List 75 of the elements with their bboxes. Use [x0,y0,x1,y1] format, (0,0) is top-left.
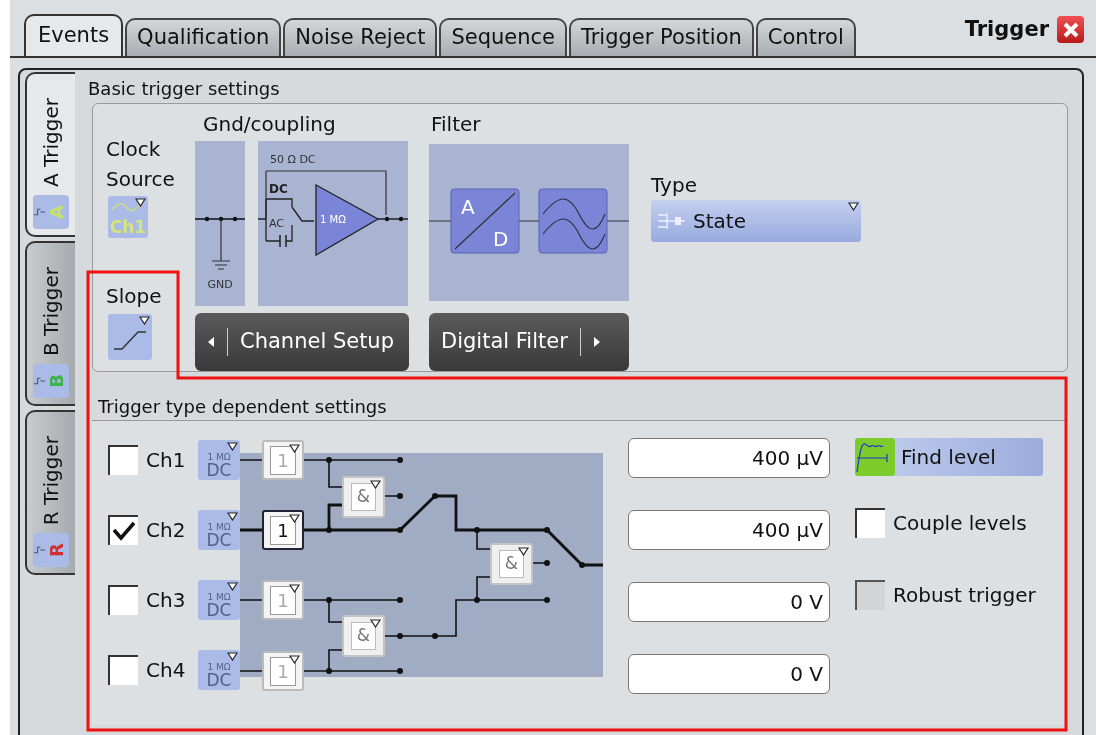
channel-label: Ch3 [146,587,187,614]
panel-title: Trigger [964,16,1049,43]
channel-checkbox[interactable] [108,445,138,475]
type-label: Type [651,172,698,199]
tab[interactable]: Trigger Position [569,18,754,56]
and-gate-button[interactable]: & [490,543,533,585]
tab[interactable]: Qualification [125,18,282,56]
tab[interactable]: Control [755,18,856,56]
channel-checkbox[interactable] [108,515,138,545]
side-tab[interactable]: A Trigger A [25,72,75,237]
option-checkbox[interactable] [855,508,885,538]
ac-label: AC [269,217,284,230]
tab[interactable]: Sequence [439,18,567,56]
dropdown-icon [370,619,381,628]
side-tab[interactable]: B Trigger B [25,241,75,406]
termination-label: 50 Ω DC [270,153,316,166]
dropdown-icon [135,198,146,207]
edge-icon [33,545,46,555]
option-label: Robust trigger [893,582,1036,609]
sine-icon [111,202,141,212]
close-button[interactable] [1057,16,1084,44]
side-tab[interactable]: R Trigger R [25,410,75,575]
waveform-icon [855,438,895,476]
dropdown-icon [227,652,238,661]
dropdown-icon [848,202,859,211]
level-field[interactable]: 400 µV [628,438,830,478]
dropdown-icon [289,514,300,523]
logic-level-button[interactable]: 1 [262,510,304,550]
dropdown-icon [370,480,381,489]
checkmark-icon [112,521,136,541]
channel-label: Ch1 [146,447,187,474]
dark-button[interactable]: Channel Setup [195,313,409,371]
filter-label: Filter [431,112,482,136]
dropdown-icon [227,442,238,451]
channel-checkbox[interactable] [108,585,138,615]
logic-state-icon [657,211,685,231]
dark-button[interactable]: Digital Filter [429,313,629,371]
close-icon [1061,20,1080,39]
clock-source-label: Clock Source [106,136,176,193]
level-field[interactable]: 0 V [628,654,830,694]
dropdown-icon [518,547,529,556]
option-label: Couple levels [893,510,1027,537]
dropdown-icon [139,316,150,325]
find-level-button[interactable]: Find level [855,438,1043,476]
dropdown-icon [227,582,238,591]
edge-icon [33,207,46,217]
level-field[interactable]: 400 µV [628,510,830,550]
amplifier-label: 1 MΩ [320,214,346,225]
channel-label: Ch2 [146,517,187,544]
dc-label: DC [269,182,288,196]
caret-icon [207,336,215,348]
tab[interactable]: Noise Reject [283,18,438,56]
slope-label: Slope [106,284,163,308]
tab[interactable]: Events [24,14,124,56]
dropdown-icon [289,655,300,664]
section-title: Trigger type dependent settings [98,396,388,418]
level-field[interactable]: 0 V [628,582,830,622]
channel-label: Ch4 [146,657,187,684]
section-title: Basic trigger settings [88,78,281,100]
source-letter: B [48,374,66,388]
source-letter: A [48,205,66,219]
converter-block-icon: A D [450,188,520,254]
source-letter: R [48,543,66,557]
filter-block-icon [538,188,608,254]
gnd-coupling-label: Gnd/coupling [203,112,337,136]
gnd-label: GND [207,278,233,291]
caret-icon [592,336,601,348]
dropdown-icon [227,512,238,521]
and-gate-button[interactable]: & [342,476,385,518]
edge-icon [33,376,46,386]
slope-button[interactable] [108,314,152,360]
and-gate-button[interactable]: & [342,615,385,657]
dropdown-icon [289,584,300,593]
type-dropdown[interactable]: State [651,200,861,242]
channel-checkbox[interactable] [108,655,138,685]
